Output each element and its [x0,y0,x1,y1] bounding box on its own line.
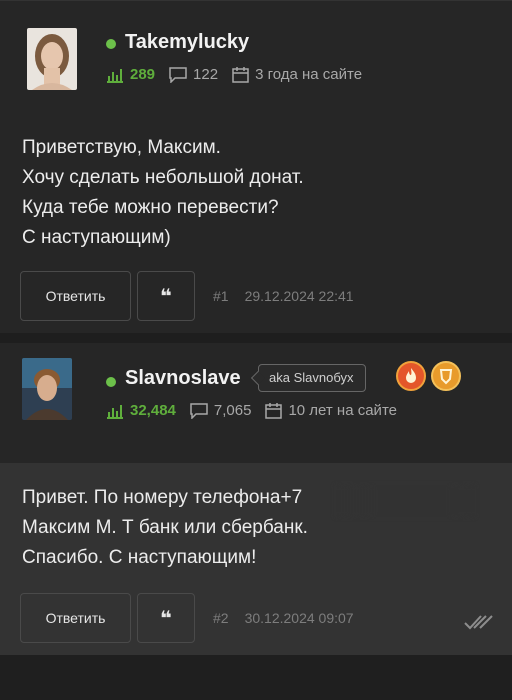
rating-icon [107,404,123,419]
post-body: Привет. По номеру телефона+7 Максим М. Т… [0,463,512,655]
quote-button[interactable]: ❝ [137,593,195,643]
post: Slavnoslave aka Slavnобух 32,484 7,065 1… [0,333,512,655]
username[interactable]: Slavnoslave [125,367,241,390]
rating-value: 32,484 [130,402,176,419]
message-line: Спасибо. С наступающим! [22,547,257,568]
calendar-icon [265,402,283,419]
user-stats: 32,484 7,065 10 лет на сайте [106,402,411,419]
user-stats: 289 122 3 года на сайте [106,66,376,83]
reply-button[interactable]: Ответить [20,593,131,643]
rating-stat: 289 [106,66,155,83]
message-text: Приветствую, Максим. Хочу сделать неболь… [22,133,304,253]
post-actions: Ответить ❝ #2 30.12.2024 09:07 [20,593,354,643]
reply-button[interactable]: Ответить [20,271,131,321]
fire-badge-icon[interactable] [396,361,426,391]
comment-icon [190,402,208,419]
gold-badge-icon[interactable] [431,361,461,391]
post-date: 30.12.2024 09:07 [244,610,354,626]
avatar[interactable] [22,358,72,420]
avatar[interactable] [27,28,77,90]
post-date: 29.12.2024 22:41 [244,288,354,304]
post-number-link[interactable]: #2 [213,610,229,626]
username[interactable]: Takemylucky [125,31,249,54]
tenure-stat: 10 лет на сайте [265,402,397,419]
message-line: С наступающим) [22,227,171,248]
post-header: Takemylucky 289 122 3 года на сайте [0,0,512,111]
tenure-text: 10 лет на сайте [288,402,397,419]
messages-stat: 7,065 [190,402,252,419]
post: Takemylucky 289 122 3 года на сайте Прив… [0,0,512,333]
quote-button[interactable]: ❝ [137,271,195,321]
rating-value: 289 [130,66,156,83]
rating-icon [107,68,123,83]
redacted-phone [335,485,475,517]
aka-badge: aka Slavnобух [258,364,367,392]
message-text: Привет. По номеру телефона+7 Максим М. Т… [22,483,308,573]
messages-stat: 122 [169,66,218,83]
calendar-icon [232,66,249,83]
online-indicator [106,39,116,49]
post-number-link[interactable]: #1 [213,288,229,304]
post-header: Slavnoslave aka Slavnобух 32,484 7,065 1… [0,333,512,463]
rating-stat: 32,484 [106,402,176,419]
online-indicator [106,377,116,387]
tenure-text: 3 года на сайте [255,66,363,83]
post-actions: Ответить ❝ #1 29.12.2024 22:41 [20,271,354,321]
message-line: Приветствую, Максим. [22,137,221,158]
tenure-stat: 3 года на сайте [232,66,362,83]
message-line: Привет. По номеру телефона+7 [22,487,303,508]
message-line: Куда тебе можно перевести? [22,197,279,218]
message-line: Хочу сделать небольшой донат. [22,167,304,188]
post-body: Приветствую, Максим. Хочу сделать неболь… [0,111,512,333]
comment-icon [169,66,187,83]
messages-count: 122 [193,66,219,83]
read-checkmark-icon [464,615,493,630]
message-line: Максим М. Т банк или сбербанк. [22,517,308,538]
messages-count: 7,065 [213,402,252,419]
